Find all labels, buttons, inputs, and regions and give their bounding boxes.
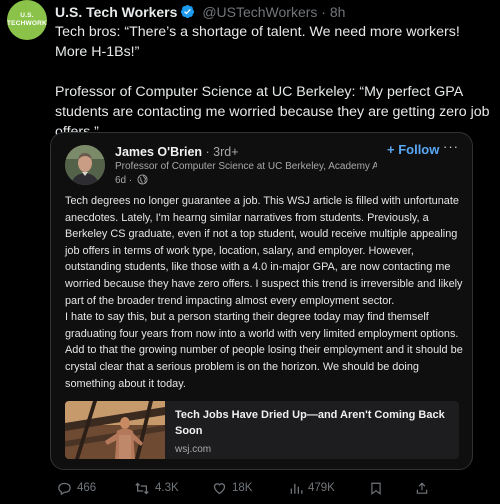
person-photo-icon <box>65 145 105 185</box>
repost-count: 4.3K <box>155 482 179 494</box>
tweet-text-line: Tech bros: “There’s a shortage of talent… <box>55 24 460 60</box>
author-handle[interactable]: @USTechWorkers <box>202 4 317 20</box>
quoted-author-avatar[interactable] <box>65 145 105 185</box>
views-button[interactable]: 479K <box>289 478 335 498</box>
avatar-logo-text: U.S. TECHWORKERS <box>7 12 47 27</box>
follow-button[interactable]: + Follow <box>387 142 439 157</box>
quoted-author-name[interactable]: James O'Brien <box>115 145 202 159</box>
heart-icon <box>213 482 226 494</box>
tweet-header: U.S. Tech Workers @USTechWorkers · 8h <box>55 4 345 22</box>
reply-icon <box>58 482 71 495</box>
bookmark-button[interactable] <box>369 478 388 498</box>
article-title[interactable]: Tech Jobs Have Dried Up—and Aren't Comin… <box>175 407 451 439</box>
quoted-author-title: Professor of Computer Science at UC Berk… <box>115 161 377 172</box>
share-button[interactable] <box>415 478 434 498</box>
verified-badge-icon <box>181 4 195 19</box>
author-avatar[interactable]: U.S. TECHWORKERS <box>7 0 47 40</box>
repost-icon <box>135 482 149 494</box>
tweet: U.S. TECHWORKERS U.S. Tech Workers @USTe… <box>0 0 500 504</box>
repost-button[interactable]: 4.3K <box>134 478 179 498</box>
quoted-author-line: James O'Brien · 3rd+ <box>115 145 239 159</box>
separator-dot: · <box>321 4 326 20</box>
like-count: 18K <box>232 482 253 494</box>
quoted-post-card[interactable]: James O'Brien · 3rd+ Professor of Comput… <box>50 132 473 470</box>
quoted-body-paragraph: Tech degrees no longer guarantee a job. … <box>65 195 463 307</box>
reply-button[interactable]: 466 <box>57 478 96 498</box>
share-icon <box>416 481 428 494</box>
quoted-post-time: 6d · <box>115 175 133 186</box>
reply-count: 466 <box>77 482 97 494</box>
article-domain: wsj.com <box>175 444 212 455</box>
quoted-body-paragraph: I hate to say this, but a person startin… <box>65 311 463 390</box>
quoted-post-time-line: 6d · <box>115 174 148 186</box>
article-thumbnail-image <box>65 401 165 459</box>
more-options-icon[interactable]: ··· <box>443 139 459 154</box>
article-link-card[interactable]: Tech Jobs Have Dried Up—and Aren't Comin… <box>65 401 459 459</box>
like-button[interactable]: 18K <box>212 478 252 498</box>
globe-icon <box>137 174 148 185</box>
tweet-text: Tech bros: “There’s a shortage of talent… <box>55 22 495 142</box>
views-count: 479K <box>308 482 335 494</box>
connection-degree: · 3rd+ <box>202 145 239 159</box>
views-chart-icon <box>290 483 303 494</box>
post-time[interactable]: 8h <box>330 4 346 20</box>
action-bar: 466 4.3K 18K 479K <box>57 478 497 498</box>
bookmark-icon <box>371 482 381 495</box>
quoted-post-body: Tech degrees no longer guarantee a job. … <box>65 193 465 392</box>
author-name[interactable]: U.S. Tech Workers <box>55 4 177 20</box>
